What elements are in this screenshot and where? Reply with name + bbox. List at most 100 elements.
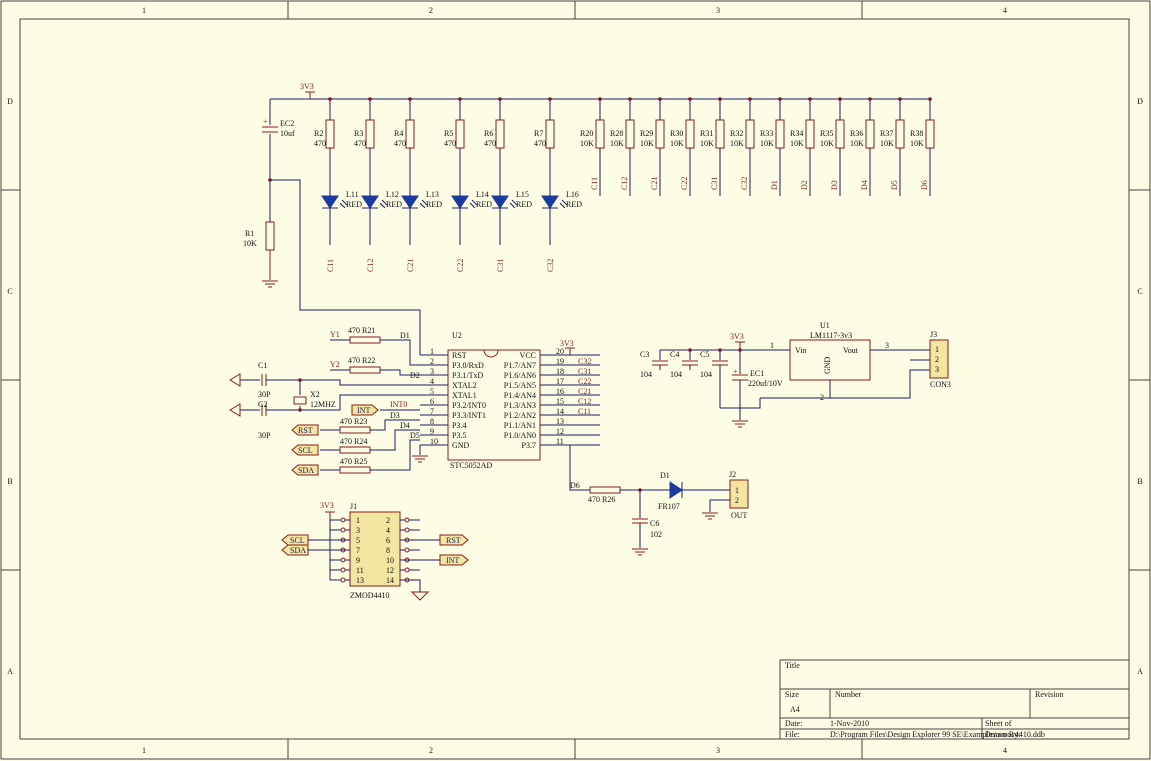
pullup-val: 10K bbox=[850, 139, 864, 148]
mcu-pin-num: 3 bbox=[430, 367, 434, 376]
resistor-icon bbox=[865, 119, 875, 149]
col-label: 2 bbox=[429, 6, 433, 15]
led-columns: R2470L11REDC11R3470L12REDC12R4470L13REDC… bbox=[314, 97, 582, 272]
mcu-pin-num: 19 bbox=[556, 357, 564, 366]
pullup-ref: R37 bbox=[880, 129, 893, 138]
output-section: D6 470 R26 D1 FR107 C6 102 J2 OUT 1 2 bbox=[540, 444, 749, 556]
j1-pin-num: 6 bbox=[386, 536, 390, 545]
u1-pin3: 3 bbox=[885, 341, 889, 350]
mcu-pin-name: P3.1/TxD bbox=[452, 371, 484, 380]
pullup-net-label: C12 bbox=[620, 177, 629, 190]
title-label: Title bbox=[785, 661, 800, 670]
j3-pin: 3 bbox=[935, 365, 939, 374]
led-ref: L11 bbox=[346, 190, 359, 199]
j1-part: ZMOD4410 bbox=[350, 591, 390, 600]
pullup-net-label: D5 bbox=[890, 180, 899, 190]
j1-pin-num: 5 bbox=[356, 536, 360, 545]
pullup-val: 10K bbox=[880, 139, 894, 148]
mcu-pin-num: 18 bbox=[556, 367, 564, 376]
pullup-net-label: D2 bbox=[800, 180, 809, 190]
led-ref: L13 bbox=[426, 190, 439, 199]
mcu-pin-name: P3.7 bbox=[522, 441, 536, 450]
led-ref: L15 bbox=[516, 190, 529, 199]
led-resistor-ref: R4 bbox=[394, 129, 403, 138]
r26-label: 470 R26 bbox=[588, 495, 615, 504]
power-label-3v3: 3V3 bbox=[300, 82, 314, 91]
resistor-icon bbox=[775, 119, 785, 149]
led-net-label: C22 bbox=[456, 259, 465, 272]
col-label: 1 bbox=[142, 746, 146, 755]
led-ref: L12 bbox=[386, 190, 399, 199]
j1-ref: J1 bbox=[350, 502, 357, 511]
led-net-label: C21 bbox=[406, 259, 415, 272]
resistor-icon bbox=[805, 119, 815, 149]
j1-pin-num: 11 bbox=[356, 566, 364, 575]
led-resistor-val: 470 bbox=[354, 139, 366, 148]
pullup-ref: R34 bbox=[790, 129, 803, 138]
led-icon bbox=[451, 195, 469, 209]
led-val: RED bbox=[476, 200, 492, 209]
led-icon bbox=[541, 195, 559, 209]
pullup-val: 10K bbox=[730, 139, 744, 148]
j1-pin-num: 14 bbox=[386, 576, 394, 585]
mcu-pin-name: XTAL1 bbox=[452, 391, 477, 400]
top-power-rail: 3V3 bbox=[270, 82, 930, 100]
pullup-net-label: C21 bbox=[650, 177, 659, 190]
mcu-pin-name: GND bbox=[452, 441, 470, 450]
ground-icon bbox=[229, 373, 241, 387]
u1-ref: U1 bbox=[820, 321, 830, 330]
j3-pin: 2 bbox=[935, 355, 939, 364]
led-icon bbox=[361, 195, 379, 209]
row-label: D bbox=[1137, 97, 1143, 106]
led-icon bbox=[401, 195, 419, 209]
c2-ref: C2 bbox=[258, 400, 267, 409]
svg-text:+: + bbox=[733, 367, 738, 376]
pullup-ref: R32 bbox=[730, 129, 743, 138]
pullup-net-label: C32 bbox=[740, 177, 749, 190]
date-value: 1-Nov-2010 bbox=[830, 719, 869, 728]
resistor-icon bbox=[655, 119, 665, 149]
u1-vout: Vout bbox=[843, 346, 859, 355]
ec2-val: 10uf bbox=[280, 129, 295, 138]
r25-label: 470 R25 bbox=[340, 457, 367, 466]
u1-3v3: 3V3 bbox=[730, 332, 744, 341]
ec2-ref: EC2 bbox=[280, 119, 294, 128]
resistor-icon bbox=[595, 119, 605, 149]
port-scl-label: SCL bbox=[298, 446, 313, 455]
date-label: Date: bbox=[785, 719, 802, 728]
j3-connector: J3 CON3 1 2 3 bbox=[910, 330, 951, 389]
j1-pin-num: 10 bbox=[386, 556, 394, 565]
j1-zmod4410: J1 ZMOD4410 1357911132468101214 3V3 SCL … bbox=[281, 501, 469, 601]
u1-gnd: GND bbox=[823, 356, 832, 374]
j1-sda-label: SDA bbox=[290, 546, 306, 555]
mcu-pin-name: P1.6/AN6 bbox=[504, 371, 536, 380]
row-label: B bbox=[7, 477, 12, 486]
x2-ref: X2 bbox=[310, 390, 320, 399]
pullup-ref: R36 bbox=[850, 129, 863, 138]
net-label-d5: D5 bbox=[410, 431, 420, 440]
mcu-pin-net: C31 bbox=[578, 367, 591, 376]
ground-icon bbox=[229, 403, 241, 417]
pullup-ref: R30 bbox=[670, 129, 683, 138]
mcu-pin-num: 15 bbox=[556, 397, 564, 406]
c4-ref: C4 bbox=[670, 350, 679, 359]
pullup-net-label: C11 bbox=[590, 177, 599, 190]
mcu-u2: U2 STC5052AD 1 RST 2 P3.0/RxD 3 P3.1/TxD 4 XTAL… bbox=[412, 331, 600, 470]
mcu-pin-net: C12 bbox=[578, 397, 591, 406]
led-net-label: C12 bbox=[366, 259, 375, 272]
drawn-by-label: Drawn By: bbox=[985, 730, 1020, 739]
u1-part: LM1117-3v3 bbox=[810, 331, 852, 340]
j1-pin-num: 7 bbox=[356, 546, 360, 555]
number-label: Number bbox=[835, 690, 862, 699]
u1-vin: Vin bbox=[795, 346, 807, 355]
pullup-val: 10K bbox=[910, 139, 924, 148]
c3-ref: C3 bbox=[640, 350, 649, 359]
c5-val: 104 bbox=[700, 370, 712, 379]
mcu-pin-num: 17 bbox=[556, 377, 564, 386]
sheet-frame: 1 2 3 4 1 2 3 4 D C B A D C B A bbox=[0, 0, 1151, 760]
mcu-pin-name: P3.3/INT1 bbox=[452, 411, 486, 420]
j2-ref: J2 bbox=[729, 470, 736, 479]
d1-part: FR107 bbox=[658, 502, 680, 511]
j1-pin-num: 8 bbox=[386, 546, 390, 555]
j1-pin-num: 9 bbox=[356, 556, 360, 565]
